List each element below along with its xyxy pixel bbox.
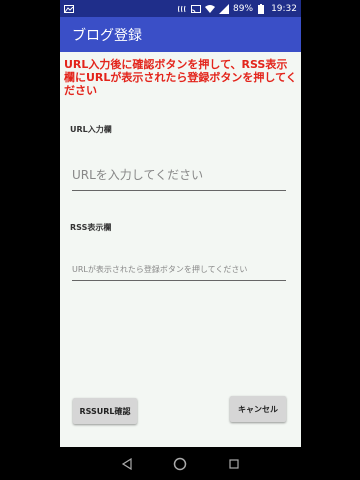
url-input-label: URL入力欄 xyxy=(70,125,112,134)
image-icon xyxy=(64,4,74,14)
nfc-icon xyxy=(177,4,187,14)
rss-display-label: RSS表示欄 xyxy=(70,223,112,232)
rss-display-field[interactable] xyxy=(72,258,286,281)
page-title: ブログ登録 xyxy=(72,27,142,44)
rss-url-confirm-button[interactable]: RSSURL確認 xyxy=(73,398,137,424)
instruction-text: URL入力後に確認ボタンを押して、RSS表示欄にURLが表示されたら登録ボタンを… xyxy=(64,58,297,97)
signal-icon xyxy=(219,3,230,14)
app-bar: ブログ登録 xyxy=(60,17,301,52)
cancel-button[interactable]: キャンセル xyxy=(230,396,286,422)
status-bar: 89% 19:32 xyxy=(60,0,301,17)
battery-percent: 89% xyxy=(233,3,254,14)
home-icon[interactable] xyxy=(171,455,189,473)
cast-icon xyxy=(191,4,202,14)
navigation-bar xyxy=(60,447,301,480)
clock: 19:32 xyxy=(271,3,297,14)
device-screen: 89% 19:32 ブログ登録 URL入力後に確認ボタンを押して、RSS表示欄に… xyxy=(60,0,301,480)
main-content: URL入力後に確認ボタンを押して、RSS表示欄にURLが表示されたら登録ボタンを… xyxy=(60,52,301,447)
battery-icon xyxy=(257,3,267,14)
back-icon[interactable] xyxy=(118,455,136,473)
recents-icon[interactable] xyxy=(225,455,243,473)
url-input[interactable] xyxy=(72,160,286,191)
wifi-icon xyxy=(205,4,216,14)
